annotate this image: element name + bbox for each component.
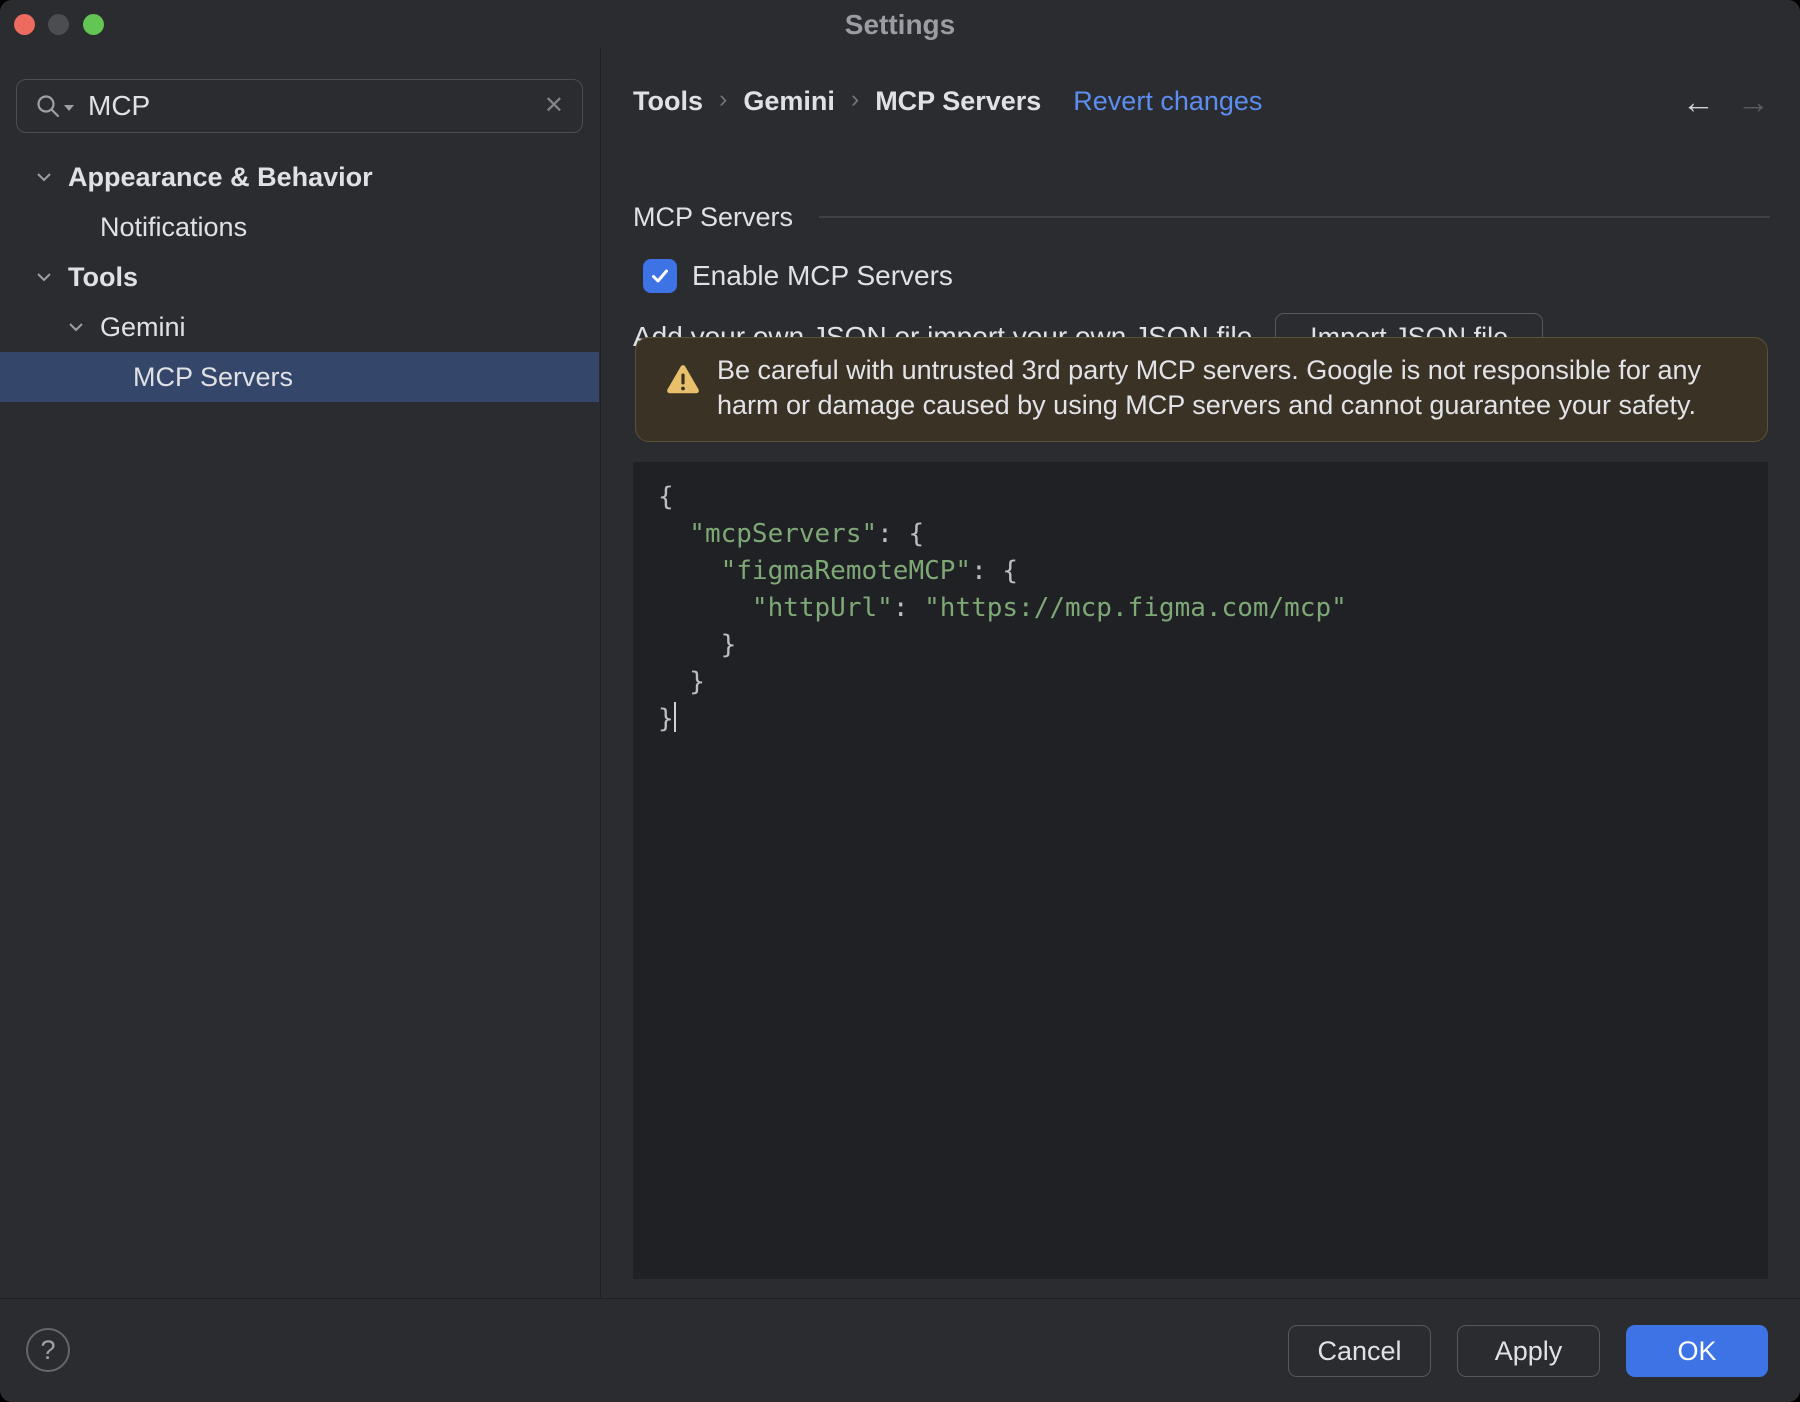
code-line: }: [658, 630, 737, 660]
warning-triangle-icon: [667, 365, 699, 394]
breadcrumb-separator: ›: [719, 85, 728, 113]
cancel-button[interactable]: Cancel: [1288, 1325, 1431, 1377]
section-header: MCP Servers: [633, 200, 1770, 234]
enable-mcp-servers-row[interactable]: Enable MCP Servers: [643, 258, 953, 294]
warning-text: Be careful with untrusted 3rd party MCP …: [717, 355, 1701, 420]
code-line: }: [658, 667, 705, 697]
sidebar-item-tools[interactable]: Tools: [0, 252, 599, 302]
code-line: "figmaRemoteMCP": {: [658, 556, 1019, 586]
checkmark-icon: [652, 269, 668, 283]
enable-mcp-servers-checkbox[interactable]: [643, 259, 677, 293]
text-cursor: [673, 702, 676, 732]
search-options-caret-icon[interactable]: [64, 105, 74, 111]
json-editor[interactable]: { "mcpServers": { "figmaRemoteMCP": { "h…: [633, 462, 1768, 1279]
code-line: "httpUrl": "https://mcp.figma.com/mcp": [658, 593, 1347, 623]
section-title: MCP Servers: [633, 201, 794, 232]
titlebar: Settings: [0, 0, 1800, 48]
back-arrow-icon[interactable]: ←: [1682, 85, 1715, 118]
settings-window: Settings ✕ Appearance & Behavior Notific…: [0, 0, 1800, 1402]
breadcrumb-gemini[interactable]: Gemini: [743, 86, 835, 117]
code-line: {: [658, 482, 674, 512]
ok-button[interactable]: OK: [1626, 1325, 1768, 1377]
breadcrumb-separator: ›: [850, 85, 860, 113]
code-line: }: [658, 702, 676, 734]
apply-button[interactable]: Apply: [1457, 1325, 1600, 1377]
section-divider: [819, 216, 1770, 218]
settings-content: Tools › Gemini › MCP Servers Revert chan…: [602, 48, 1800, 1298]
sidebar-item-appearance-behavior[interactable]: Appearance & Behavior: [0, 152, 599, 202]
chevron-down-icon[interactable]: [33, 266, 55, 288]
sidebar-item-notifications[interactable]: Notifications: [0, 202, 599, 252]
warning-banner: Be careful with untrusted 3rd party MCP …: [635, 337, 1768, 442]
json-code: { "mcpServers": { "figmaRemoteMCP": { "h…: [633, 462, 1768, 738]
search-icon: [35, 93, 74, 119]
breadcrumb-tools[interactable]: Tools: [633, 86, 703, 117]
sidebar-item-label: Gemini: [100, 311, 186, 342]
settings-sidebar: ✕ Appearance & Behavior Notifications To…: [0, 48, 601, 1298]
sidebar-item-label: Tools: [68, 261, 138, 292]
code-line: "mcpServers": {: [658, 519, 925, 549]
sidebar-item-label: Appearance & Behavior: [68, 161, 373, 192]
revert-changes-link[interactable]: Revert changes: [1073, 86, 1262, 117]
sidebar-item-label: MCP Servers: [133, 361, 294, 392]
footer-buttons: Cancel Apply OK: [1288, 1325, 1768, 1377]
search-input[interactable]: [74, 90, 544, 122]
sidebar-item-mcp-servers[interactable]: MCP Servers: [0, 352, 599, 402]
history-nav: ← →: [1682, 85, 1770, 118]
clear-search-icon[interactable]: ✕: [544, 94, 564, 118]
forward-arrow-icon: →: [1737, 82, 1770, 120]
settings-search-box[interactable]: ✕: [16, 79, 583, 133]
sidebar-item-label: Notifications: [100, 211, 248, 242]
settings-tree: Appearance & Behavior Notifications Tool…: [0, 152, 599, 402]
footer-bar: ? Cancel Apply OK: [0, 1298, 1800, 1402]
sidebar-item-gemini[interactable]: Gemini: [0, 302, 599, 352]
help-button[interactable]: ?: [26, 1328, 70, 1372]
breadcrumb-mcp-servers: MCP Servers: [875, 85, 1042, 116]
enable-mcp-servers-label: Enable MCP Servers: [692, 260, 953, 291]
breadcrumb: Tools › Gemini › MCP Servers Revert chan…: [633, 80, 1770, 122]
chevron-down-icon[interactable]: [65, 316, 87, 338]
chevron-down-icon[interactable]: [33, 166, 55, 188]
window-title: Settings: [844, 9, 956, 40]
